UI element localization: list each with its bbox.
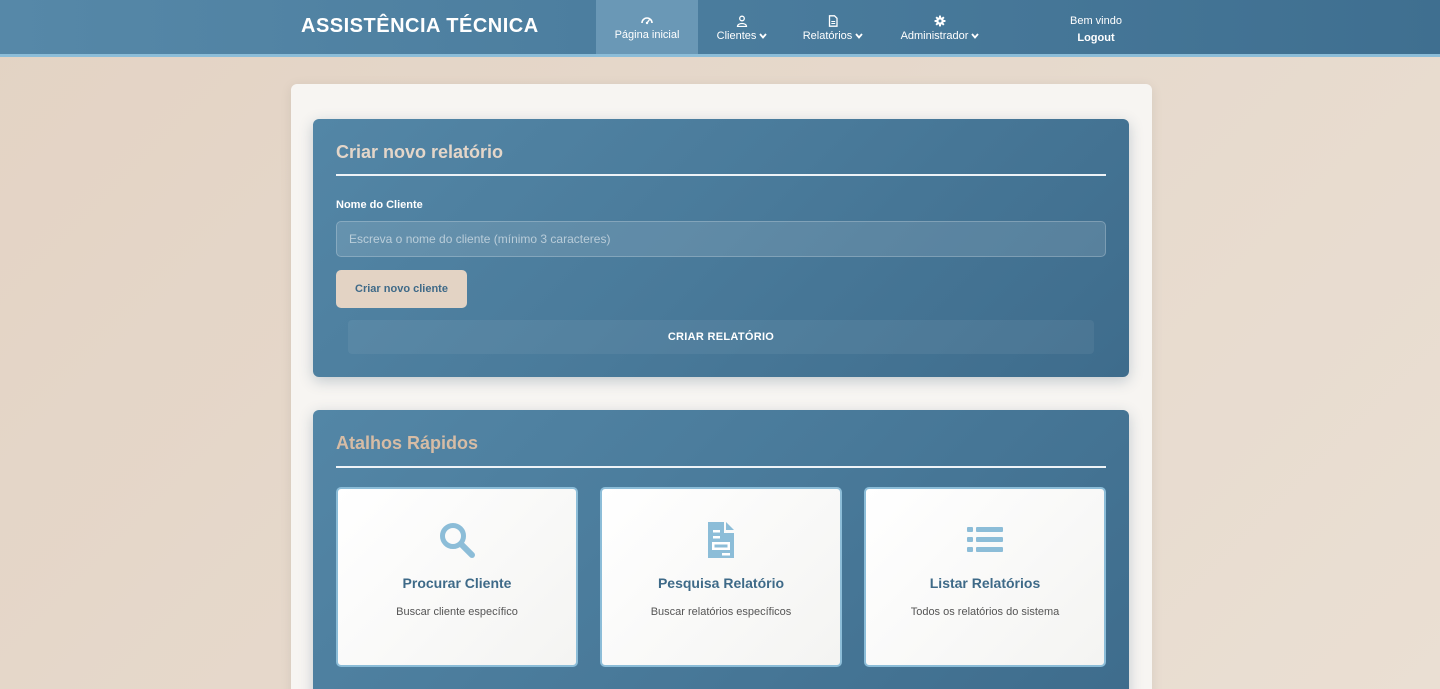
card-description: Todos os relatórios do sistema bbox=[910, 606, 1060, 618]
panel-divider bbox=[336, 174, 1106, 176]
nav-item-label: Clientes bbox=[716, 30, 757, 42]
brand-title[interactable]: ASSISTÊNCIA TÉCNICA bbox=[301, 15, 539, 38]
card-title: Procurar Cliente bbox=[402, 575, 512, 591]
nav-item-label: Página inicial bbox=[614, 28, 680, 41]
client-name-label: Nome do Cliente bbox=[336, 199, 423, 211]
welcome-text: Bem vindo bbox=[1070, 15, 1122, 27]
shortcuts-panel: Atalhos Rápidos Procurar Cliente Buscar … bbox=[313, 410, 1129, 689]
shortcut-card-listar-relatorios[interactable]: Listar Relatórios Todos os relatórios do… bbox=[864, 487, 1106, 667]
card-title: Listar Relatórios bbox=[929, 575, 1041, 591]
create-report-panel: Criar novo relatório Nome do Cliente Cri… bbox=[313, 119, 1129, 377]
nav-item-administrador[interactable]: Administrador bbox=[892, 0, 988, 57]
nav-item-clientes[interactable]: Clientes bbox=[708, 0, 776, 57]
shortcut-card-pesquisa-relatorio[interactable]: Pesquisa Relatório Buscar relatórios esp… bbox=[600, 487, 842, 667]
user-welcome: Bem vindo Logout bbox=[1062, 13, 1130, 47]
document-icon bbox=[708, 522, 734, 558]
card-description: Buscar cliente específico bbox=[396, 606, 518, 618]
dashboard-icon bbox=[641, 16, 653, 24]
chevron-down-icon bbox=[971, 33, 980, 39]
create-report-button[interactable]: CRIAR RELATÓRIO bbox=[348, 320, 1094, 354]
nav-item-relatorios[interactable]: Relatórios bbox=[795, 0, 871, 57]
nav-item-home[interactable]: Página inicial bbox=[596, 0, 698, 57]
search-icon bbox=[440, 523, 475, 558]
create-report-title: Criar novo relatório bbox=[336, 142, 504, 162]
nav-item-label: Relatórios bbox=[802, 30, 853, 42]
logout-link[interactable]: Logout bbox=[1062, 30, 1130, 47]
top-navbar: ASSISTÊNCIA TÉCNICA Página inicial Clien… bbox=[0, 0, 1440, 57]
chevron-down-icon bbox=[855, 33, 863, 39]
panel-divider bbox=[336, 466, 1106, 468]
chevron-down-icon bbox=[759, 33, 768, 39]
card-title: Pesquisa Relatório bbox=[657, 575, 785, 591]
client-name-input[interactable] bbox=[336, 221, 1106, 257]
gear-icon bbox=[934, 15, 946, 27]
user-icon bbox=[736, 15, 748, 27]
new-client-button[interactable]: Criar novo cliente bbox=[336, 270, 467, 308]
shortcuts-title: Atalhos Rápidos bbox=[336, 433, 479, 453]
card-description: Buscar relatórios específicos bbox=[650, 606, 792, 618]
nav-item-label: Administrador bbox=[900, 30, 969, 42]
file-icon bbox=[828, 15, 838, 27]
list-icon bbox=[967, 527, 1003, 552]
shortcut-card-procurar-cliente[interactable]: Procurar Cliente Buscar cliente específi… bbox=[336, 487, 578, 667]
